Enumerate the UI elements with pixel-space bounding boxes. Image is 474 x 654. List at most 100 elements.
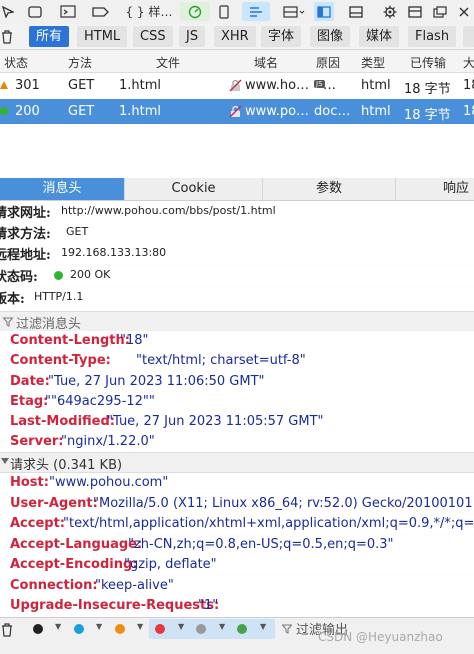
col-file[interactable]: 文件 (156, 54, 180, 71)
chevron-down-icon[interactable]: ▼ (96, 622, 102, 631)
detail-tabs: 消息头 Cookie 参数 响应 (0, 178, 474, 201)
row-cause: doc… (314, 104, 351, 119)
row-status: 301 (15, 78, 40, 93)
js-dot (237, 624, 247, 634)
request-header-row: Connection: "keep-alive" (0, 576, 474, 596)
console-icon[interactable] (58, 2, 78, 21)
col-transferred[interactable]: 已传输 (410, 54, 446, 71)
summary-label: 请求网址: (0, 206, 51, 221)
header-value: "1" (198, 598, 219, 613)
row-domain: www.po… (245, 104, 310, 119)
filter-css-toggle[interactable]: ▼ (190, 619, 234, 639)
responsive-icon[interactable] (26, 2, 44, 21)
filter-js-toggle[interactable]: ▼ (231, 619, 275, 639)
insecure-lock-icon (229, 79, 242, 96)
header-name: Server: (10, 434, 64, 449)
header-name: Accept: (10, 516, 66, 531)
chevron-down-icon: ▼ (178, 622, 185, 631)
filter-html[interactable]: HTML (77, 26, 128, 47)
summary-label: 状态码: (0, 270, 38, 285)
request-type-filter-bar: 所有 HTML CSS JS XHR 字体 图像 媒体 Flash (0, 24, 474, 50)
summary-value: 200 OK (70, 268, 111, 281)
header-value: "nginx/1.22.0" (61, 434, 155, 449)
request-header-row: Upgrade-Insecure-Requests: "1" (0, 596, 474, 616)
filter-flash[interactable]: Flash (408, 26, 457, 47)
tab-headers[interactable]: 消息头 (0, 178, 125, 200)
col-type[interactable]: 类型 (361, 54, 385, 71)
filter-images[interactable]: 图像 (310, 26, 351, 47)
expand-arrow-icon (1, 458, 9, 464)
header-name: Etag: (10, 394, 49, 409)
table-row[interactable]: 301 GET 1.html www.ho… JS … html 18 字节 1… (0, 73, 474, 100)
network-icon[interactable] (242, 2, 270, 21)
summary-label: 版本: (0, 292, 25, 307)
filter-headers-input[interactable]: 过滤消息头 (16, 313, 81, 332)
filter-xhr[interactable]: XHR (214, 26, 256, 47)
filter-fonts[interactable]: 字体 (261, 26, 302, 47)
summary-url: 请求网址: http://www.pohou.com/bbs/post/1.ht… (0, 201, 474, 222)
undock-icon[interactable] (430, 2, 450, 21)
summary-value: 192.168.133.13:80 (61, 246, 167, 259)
header-name: Date: (10, 374, 50, 389)
row-cause: … (323, 78, 336, 93)
response-header-row: Etag: ""649ac295-12"" (0, 392, 474, 412)
request-header-row: User-Agent: "Mozilla/5.0 (X11; Linux x86… (0, 494, 474, 514)
header-value: "Tue, 27 Jun 2023 11:05:57 GMT" (107, 414, 324, 429)
chevron-down-icon[interactable]: ▼ (55, 622, 61, 631)
col-cause[interactable]: 原因 (316, 54, 340, 71)
filter-media[interactable]: 媒体 (359, 26, 400, 47)
filter-warnings-dot[interactable] (115, 624, 125, 634)
header-name: Upgrade-Insecure-Requests: (10, 598, 220, 613)
memory-icon[interactable] (214, 2, 234, 21)
performance-icon[interactable] (180, 2, 210, 21)
filter-js[interactable]: JS (179, 26, 206, 47)
summary-version: 版本: HTTP/1.1 (0, 287, 474, 310)
table-row-selected[interactable]: 200 GET 1.html www.po… doc… html 18 字节 1… (0, 99, 474, 124)
debugger-icon[interactable] (90, 2, 112, 21)
split-console-icon[interactable] (405, 2, 425, 21)
row-transferred: 18 字节 (404, 108, 451, 123)
tab-cookie[interactable]: Cookie (125, 178, 263, 200)
header-value: "text/html; charset=utf-8" (136, 353, 306, 368)
dock-bottom-icon[interactable] (346, 2, 366, 21)
filter-info-dot[interactable] (74, 624, 84, 634)
row-transferred: 18 字节 (404, 82, 451, 97)
col-domain[interactable]: 域名 (254, 54, 278, 71)
trash-icon[interactable] (0, 27, 14, 46)
dock-side-icon[interactable] (314, 2, 334, 21)
gear-icon[interactable] (380, 2, 400, 21)
filter-headers-bar[interactable]: 过滤消息头 (0, 311, 474, 332)
layout-menu-icon[interactable] (280, 2, 308, 21)
request-list-empty-area (0, 124, 474, 178)
request-table-header: 状态 方法 文件 域名 原因 类型 已传输 大小 (0, 50, 474, 87)
style-editor-tab[interactable]: { } 样… (124, 2, 174, 21)
tab-params[interactable]: 参数 (263, 178, 396, 200)
header-value: "gzip, deflate" (124, 557, 217, 572)
filter-network-toggle[interactable]: ▼ (149, 619, 193, 639)
request-header-row: Accept-Encoding: "gzip, deflate" (0, 555, 474, 575)
header-value: "text/html,application/xhtml+xml,applica… (63, 516, 474, 531)
header-value: "Mozilla/5.0 (X11; Linux x86_64; rv:52.0… (93, 496, 474, 511)
success-status-dot (0, 107, 8, 115)
request-headers-toggle[interactable]: 请求头 (0.341 KB) (0, 452, 474, 473)
summary-label: 请求方法: (0, 227, 51, 242)
summary-remote-address: 远程地址: 192.168.133.13:80 (0, 243, 474, 264)
row-type: html (361, 78, 391, 93)
filter-errors-dot[interactable] (33, 624, 43, 634)
header-name: Accept-Encoding: (10, 557, 138, 572)
col-method[interactable]: 方法 (68, 54, 92, 71)
trash-icon[interactable] (0, 620, 14, 639)
header-name: Connection: (10, 578, 98, 593)
row-domain: www.ho… (245, 78, 310, 93)
chevron-down-icon: ▼ (219, 622, 226, 631)
tab-response[interactable]: 响应 (396, 178, 474, 200)
filter-css[interactable]: CSS (133, 26, 173, 47)
filter-more[interactable] (463, 26, 474, 47)
pick-element-icon[interactable] (0, 2, 16, 21)
header-name: Content-Type: (10, 353, 111, 368)
chevron-down-icon[interactable]: ▼ (137, 622, 143, 631)
col-status[interactable]: 状态 (4, 54, 28, 71)
filter-all[interactable]: 所有 (29, 26, 70, 47)
close-icon[interactable] (456, 2, 472, 21)
header-name: Content-Length: (10, 333, 130, 348)
